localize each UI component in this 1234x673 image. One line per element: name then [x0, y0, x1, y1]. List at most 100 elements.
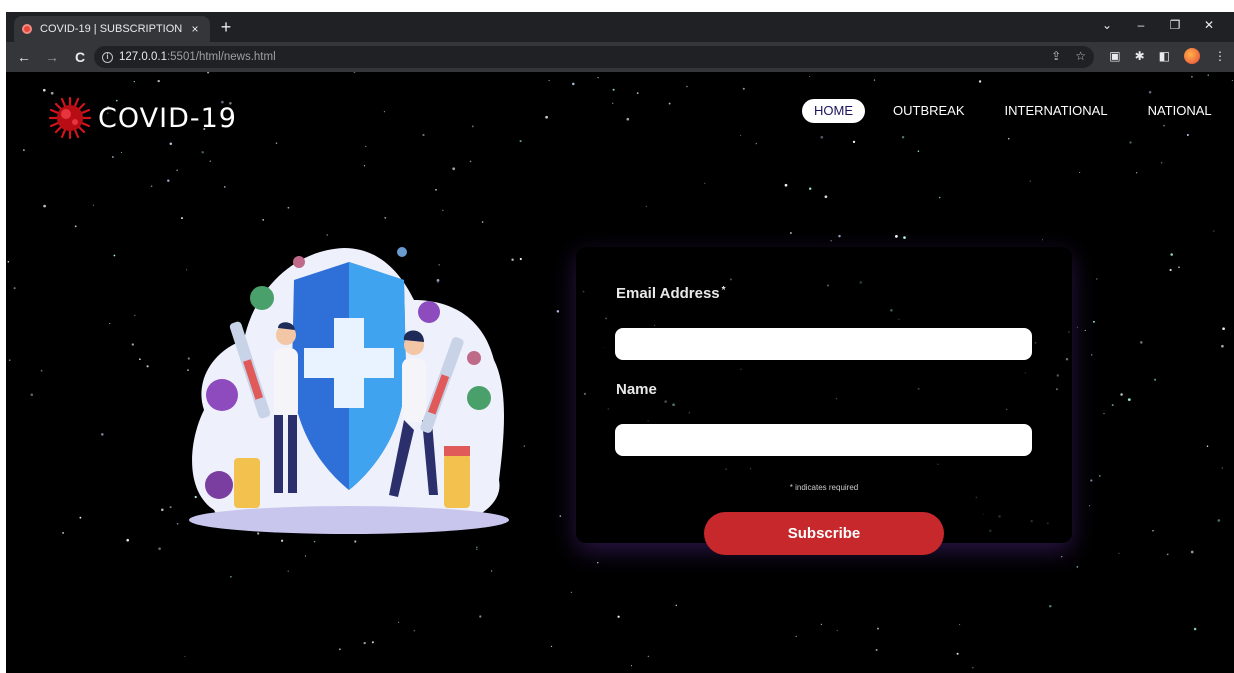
star [1207, 74, 1209, 76]
star [224, 186, 226, 188]
kebab-menu-icon[interactable]: ⋮ [1214, 49, 1226, 63]
name-label: Name [616, 381, 657, 398]
nav-outbreak[interactable]: OUTBREAK [893, 99, 965, 123]
subscribe-button[interactable]: Subscribe [704, 512, 944, 555]
star [1118, 552, 1120, 554]
star [1221, 467, 1223, 469]
main-nav: HOME OUTBREAK INTERNATIONAL NATIONAL [802, 99, 1212, 123]
email-label: Email Address * [616, 285, 726, 302]
share-icon[interactable]: ⇪ [1051, 49, 1061, 63]
name-field[interactable] [615, 424, 1032, 456]
new-tab-button[interactable]: + [216, 17, 236, 37]
star [1042, 239, 1044, 241]
star [519, 140, 522, 143]
star [452, 167, 456, 171]
star [92, 204, 95, 206]
email-field[interactable] [615, 328, 1032, 360]
star [1090, 479, 1093, 482]
star [1096, 278, 1098, 280]
address-bar[interactable]: i 127.0.0.1 :5501/html/news.html ⇪ ☆ [94, 46, 1094, 68]
puzzle-icon[interactable]: ✱ [1135, 49, 1145, 63]
star [838, 234, 841, 238]
star [109, 322, 111, 325]
required-asterisk: * [721, 285, 726, 296]
star [1135, 172, 1138, 174]
star [917, 150, 920, 152]
nav-national[interactable]: NATIONAL [1148, 99, 1212, 123]
site-logo[interactable]: COVID-19 [48, 96, 237, 140]
star [820, 135, 824, 139]
star [1193, 627, 1197, 631]
star [113, 254, 116, 257]
star [1061, 556, 1063, 558]
star [126, 538, 130, 542]
star [363, 641, 366, 645]
star [1120, 393, 1123, 396]
star [1084, 329, 1086, 331]
forward-icon[interactable]: → [38, 49, 66, 65]
star [972, 667, 974, 669]
star [559, 515, 562, 517]
star [62, 531, 65, 534]
star [959, 624, 961, 626]
star [371, 641, 374, 644]
star [287, 206, 290, 209]
bookmark-star-icon[interactable]: ☆ [1075, 49, 1086, 63]
star [1163, 124, 1165, 127]
side-panel-icon[interactable]: ◧ [1159, 49, 1170, 63]
star [326, 234, 328, 236]
logo-text: COVID-19 [98, 102, 237, 134]
back-icon[interactable]: ← [10, 49, 38, 65]
star [556, 310, 560, 313]
star [43, 204, 46, 208]
star [1231, 79, 1233, 82]
restore-icon[interactable]: ❐ [1158, 14, 1192, 36]
star [1221, 344, 1224, 348]
star [597, 562, 599, 564]
star [1090, 354, 1093, 356]
star [131, 343, 134, 346]
star [978, 80, 982, 83]
star [1129, 141, 1132, 144]
illustration-floor [189, 506, 509, 534]
browser-window: COVID-19 | SUBSCRIPTION × + ⌄ – ❐ ✕ ← → … [6, 12, 1234, 673]
star [435, 189, 437, 191]
star [469, 160, 472, 163]
browser-tab[interactable]: COVID-19 | SUBSCRIPTION × [14, 16, 210, 42]
star [50, 91, 54, 95]
star [617, 615, 620, 618]
close-window-icon[interactable]: ✕ [1192, 14, 1226, 36]
minimize-icon[interactable]: – [1124, 14, 1158, 36]
site-info-icon[interactable]: i [102, 51, 113, 63]
star [176, 169, 178, 171]
reload-icon[interactable]: C [66, 49, 94, 65]
star [471, 125, 474, 128]
url-host: 127.0.0.1 [119, 51, 167, 63]
star [645, 205, 647, 207]
star [476, 548, 478, 550]
star [545, 115, 548, 119]
star [1217, 519, 1221, 522]
star [873, 79, 876, 81]
star [1152, 529, 1154, 532]
star [824, 195, 828, 199]
star [339, 648, 341, 651]
star [597, 76, 599, 79]
star [397, 621, 400, 624]
star [133, 80, 135, 83]
star [519, 257, 522, 261]
star [7, 261, 10, 263]
star [40, 369, 43, 372]
medicine-bottle-icon [444, 454, 470, 508]
star [365, 145, 367, 147]
nav-home[interactable]: HOME [802, 99, 865, 123]
tab-search-icon[interactable]: ⌄ [1090, 14, 1124, 36]
tab-close-icon[interactable]: × [188, 22, 202, 36]
profile-avatar[interactable] [1184, 48, 1200, 64]
star [877, 627, 879, 630]
star [790, 232, 792, 234]
extension-icon[interactable]: ▣ [1109, 49, 1120, 63]
star [875, 648, 878, 652]
nav-international[interactable]: INTERNATIONAL [1005, 99, 1108, 123]
extension-area: ▣ ✱ ◧ ⋮ [1109, 48, 1226, 64]
